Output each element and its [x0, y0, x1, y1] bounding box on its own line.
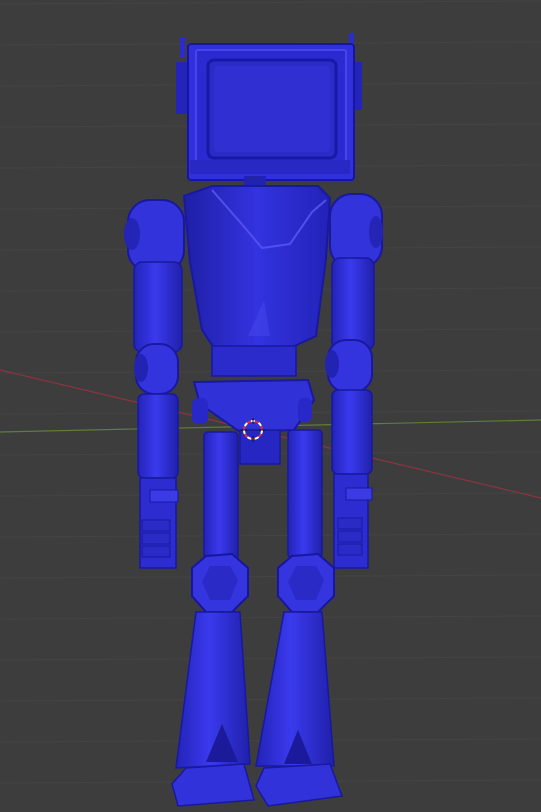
grid-line — [0, 492, 541, 497]
grid-line — [0, 533, 541, 538]
right-arm[interactable] — [325, 193, 383, 569]
left-antenna — [180, 37, 185, 57]
torso[interactable] — [182, 185, 332, 377]
grid-line — [0, 615, 541, 620]
grid-line — [0, 0, 541, 5]
grid-line — [0, 656, 541, 661]
left-leg[interactable] — [171, 431, 255, 807]
tv-head[interactable] — [176, 43, 362, 181]
3d-viewport[interactable] — [0, 0, 541, 812]
left-arm[interactable] — [124, 199, 185, 569]
grid-line — [0, 574, 541, 579]
viewport-canvas[interactable] — [0, 0, 541, 812]
